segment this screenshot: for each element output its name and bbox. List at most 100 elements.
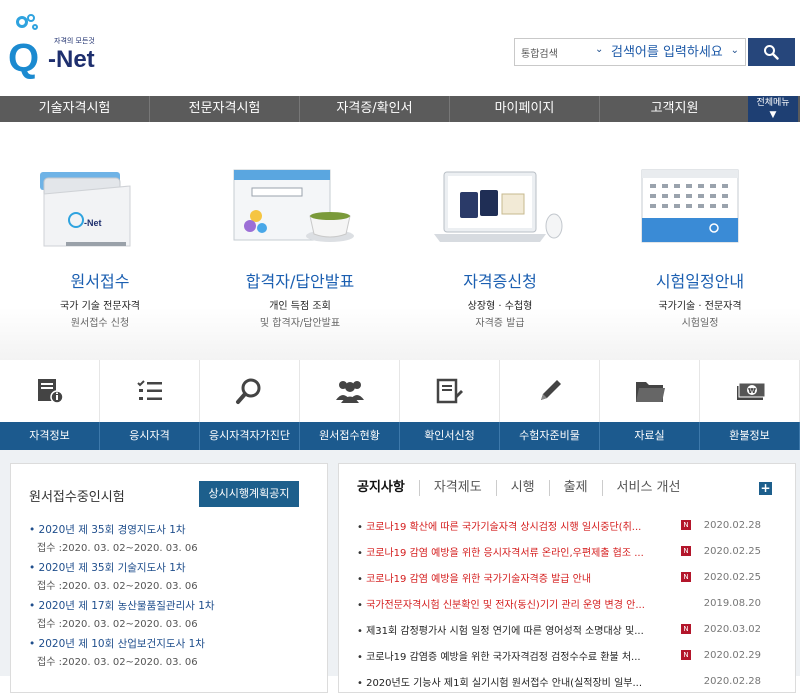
new-badge: N [681, 545, 691, 556]
magnifier-icon[interactable] [200, 360, 300, 422]
list-item[interactable]: 2020년 제 10회 산업보건지도사 1차 접수 :2020. 03. 02~… [29, 636, 319, 674]
service-description: 시험일정 [681, 318, 719, 329]
table-row[interactable]: 코로나19 감염 예방을 위한 국가기술자격증 발급 안내 N 2020.02.… [357, 564, 787, 590]
chevron-down-icon: ▼ [769, 110, 777, 120]
calendar-illustration-icon [641, 169, 739, 243]
quick-label-archive[interactable]: 자료실 [600, 422, 700, 450]
quick-label-confirmation-request[interactable]: 확인서신청 [400, 422, 500, 450]
tab-service-improvement[interactable]: 서비스 개선 [603, 480, 695, 496]
notice-title[interactable]: 국가전문자격시험 신분확인 및 전자(동신)기기 관리 운영 변경 안... [357, 596, 677, 611]
table-row[interactable]: 코로나19 감염증 예방을 위한 국가자격검정 검정수수료 환불 처... N … [357, 642, 787, 668]
new-badge: N [681, 623, 691, 634]
tab-qualification-system[interactable]: 자격제도 [420, 480, 497, 496]
notices-panel: 공지사항 자격제도 시행 출제 서비스 개선 + 코로나19 확산에 따른 국가… [338, 463, 796, 693]
qnet-logo[interactable]: Q 자격의 모든것 -Net [8, 14, 118, 80]
exam-period: 접수 :2020. 03. 02~2020. 03. 06 [37, 581, 198, 592]
main-nav: 기술자격시험 전문자격시험 자격증/확인서 마이페이지 고객지원 전체메뉴 ▼ [0, 96, 800, 122]
exam-title[interactable]: 2020년 제 17회 농산물품질관리사 1차 [29, 598, 319, 613]
new-badge: N [681, 519, 691, 530]
service-results[interactable]: 합격자/답안발표 개인 득점 조회 및 합격자/답안발표 [200, 122, 400, 360]
tab-questions[interactable]: 출제 [550, 480, 603, 496]
schedule-notice-button[interactable]: 상시시행계획공지 [199, 481, 299, 507]
exam-period: 접수 :2020. 03. 02~2020. 03. 06 [37, 619, 198, 630]
notice-title[interactable]: 코로나19 확산에 따른 국가기술자격 상시검정 시행 일시중단(취... [357, 518, 677, 533]
service-description: 자격증 발급 [475, 318, 525, 329]
new-badge: N [681, 571, 691, 582]
table-row[interactable]: 코로나19 확산에 따른 국가기술자격 상시검정 시행 일시중단(취... N … [357, 512, 787, 538]
logo-letter: Q [8, 36, 40, 80]
notice-date: 2020.02.25 [703, 545, 761, 557]
search-box: 통합검색 ⌄ ⌄ [514, 38, 746, 66]
table-row[interactable]: 코로나19 감염 예방을 위한 응시자격서류 온라인,우편제출 협조 ... N… [357, 538, 787, 564]
exam-title[interactable]: 2020년 제 10회 산업보건지도사 1차 [29, 636, 319, 651]
quick-label-eligibility[interactable]: 응시자격 [100, 422, 200, 450]
service-shortcuts: -Net 원서접수 국가 기술 전문자격 원서접수 신청 합격자/답안발표 개인… [0, 122, 800, 360]
search-button[interactable] [748, 38, 795, 66]
nav-item-professional-exam[interactable]: 전문자격시험 [150, 96, 300, 122]
notice-title[interactable]: 코로나19 감염 예방을 위한 국가기술자격증 발급 안내 [357, 570, 677, 585]
chevron-down-icon[interactable]: ⌄ [595, 44, 603, 55]
list-item[interactable]: 2020년 제 35회 기술지도사 1차 접수 :2020. 03. 02~20… [29, 560, 319, 598]
exam-period: 접수 :2020. 03. 02~2020. 03. 06 [37, 657, 198, 668]
exam-title[interactable]: 2020년 제 35회 경영지도사 1차 [29, 522, 319, 537]
people-icon[interactable] [300, 360, 400, 422]
notices-tabs: 공지사항 자격제도 시행 출제 서비스 개선 [357, 480, 694, 496]
ongoing-exams-list: 2020년 제 35회 경영지도사 1차 접수 :2020. 03. 02~20… [29, 522, 319, 674]
service-schedule[interactable]: 시험일정안내 국가기술 · 전문자격 시험일정 [600, 122, 800, 360]
quick-label-self-check[interactable]: 응시자격자가진단 [200, 422, 300, 450]
quick-label-qualification-info[interactable]: 자격정보 [0, 422, 100, 450]
quick-label-exam-supplies[interactable]: 수험자준비물 [500, 422, 600, 450]
service-subtitle: 국가 기술 전문자격 [60, 301, 140, 312]
nav-item-mypage[interactable]: 마이페이지 [450, 96, 600, 122]
service-description: 및 합격자/답안발표 [259, 318, 341, 329]
service-title: 원서접수 [70, 272, 130, 291]
document-icon[interactable] [400, 360, 500, 422]
notice-date: 2019.08.20 [703, 597, 761, 609]
table-row[interactable]: 국가전문자격시험 신분확인 및 전자(동신)기기 관리 운영 변경 안... 2… [357, 590, 787, 616]
tab-implementation[interactable]: 시행 [497, 480, 550, 496]
all-menu-button[interactable]: 전체메뉴 ▼ [748, 96, 798, 122]
quick-label-refund-info[interactable]: 환불정보 [700, 422, 800, 450]
svg-text:₩: ₩ [748, 387, 756, 395]
table-row[interactable]: 제31회 감정평가사 시험 일정 연기에 따른 영어성적 소명대상 및... N… [357, 616, 787, 642]
site-header: Q 자격의 모든것 -Net 통합검색 ⌄ ⌄ [0, 0, 800, 96]
nav-item-support[interactable]: 고객지원 [600, 96, 750, 122]
notice-date: 2020.02.25 [703, 571, 761, 583]
notice-date: 2020.02.29 [703, 649, 761, 661]
search-icon [764, 45, 779, 60]
pencil-icon[interactable] [500, 360, 600, 422]
notice-title[interactable]: 코로나19 감염증 예방을 위한 국가자격검정 검정수수료 환불 처... [357, 648, 677, 663]
service-subtitle: 국가기술 · 전문자격 [658, 301, 742, 312]
notice-date: 2020.02.28 [703, 675, 761, 687]
table-row[interactable]: 2020년도 기능사 제1회 실기시험 원서접수 안내(실적장비 일부... 2… [357, 668, 787, 694]
laptop-passport-illustration-icon [434, 171, 563, 242]
notice-title[interactable]: 제31회 감정평가사 시험 일정 연기에 따른 영어성적 소명대상 및... [357, 622, 677, 637]
svg-text:-Net: -Net [84, 218, 102, 228]
list-item[interactable]: 2020년 제 17회 농산물품질관리사 1차 접수 :2020. 03. 02… [29, 598, 319, 636]
service-subtitle: 개인 득점 조회 [269, 301, 331, 312]
folder-icon[interactable] [600, 360, 700, 422]
notice-date: 2020.02.28 [703, 519, 761, 531]
service-title: 합격자/답안발표 [245, 272, 355, 291]
list-item[interactable]: 2020년 제 35회 경영지도사 1차 접수 :2020. 03. 02~20… [29, 522, 319, 560]
service-application[interactable]: -Net 원서접수 국가 기술 전문자격 원서접수 신청 [0, 122, 200, 360]
money-icon[interactable]: ₩ [700, 360, 800, 422]
info-book-icon[interactable] [0, 360, 100, 422]
all-menu-label: 전체메뉴 [756, 98, 790, 108]
service-certificate-request[interactable]: 자격증신청 상장형 · 수첩형 자격증 발급 [400, 122, 600, 360]
checklist-icon[interactable] [100, 360, 200, 422]
notice-title[interactable]: 코로나19 감염 예방을 위한 응시자격서류 온라인,우편제출 협조 ... [357, 544, 677, 559]
search-input[interactable] [611, 42, 733, 62]
tab-notices[interactable]: 공지사항 [357, 480, 420, 496]
service-description: 원서접수 신청 [70, 318, 130, 329]
nav-item-certificate[interactable]: 자격증/확인서 [300, 96, 450, 122]
notice-date: 2020.03.02 [703, 623, 761, 635]
quick-label-application-status[interactable]: 원서접수현황 [300, 422, 400, 450]
ongoing-exams-panel: 원서접수중인시험 상시시행계획공지 2020년 제 35회 경영지도사 1차 접… [10, 463, 328, 693]
notices-list: 코로나19 확산에 따른 국가기술자격 상시검정 시행 일시중단(취... N … [357, 512, 787, 694]
chevron-down-icon[interactable]: ⌄ [731, 45, 739, 56]
search-scope-select[interactable]: 통합검색 [521, 45, 558, 60]
more-plus-icon[interactable]: + [759, 482, 772, 495]
exam-title[interactable]: 2020년 제 35회 기술지도사 1차 [29, 560, 319, 575]
nav-item-technical-exam[interactable]: 기술자격시험 [0, 96, 150, 122]
